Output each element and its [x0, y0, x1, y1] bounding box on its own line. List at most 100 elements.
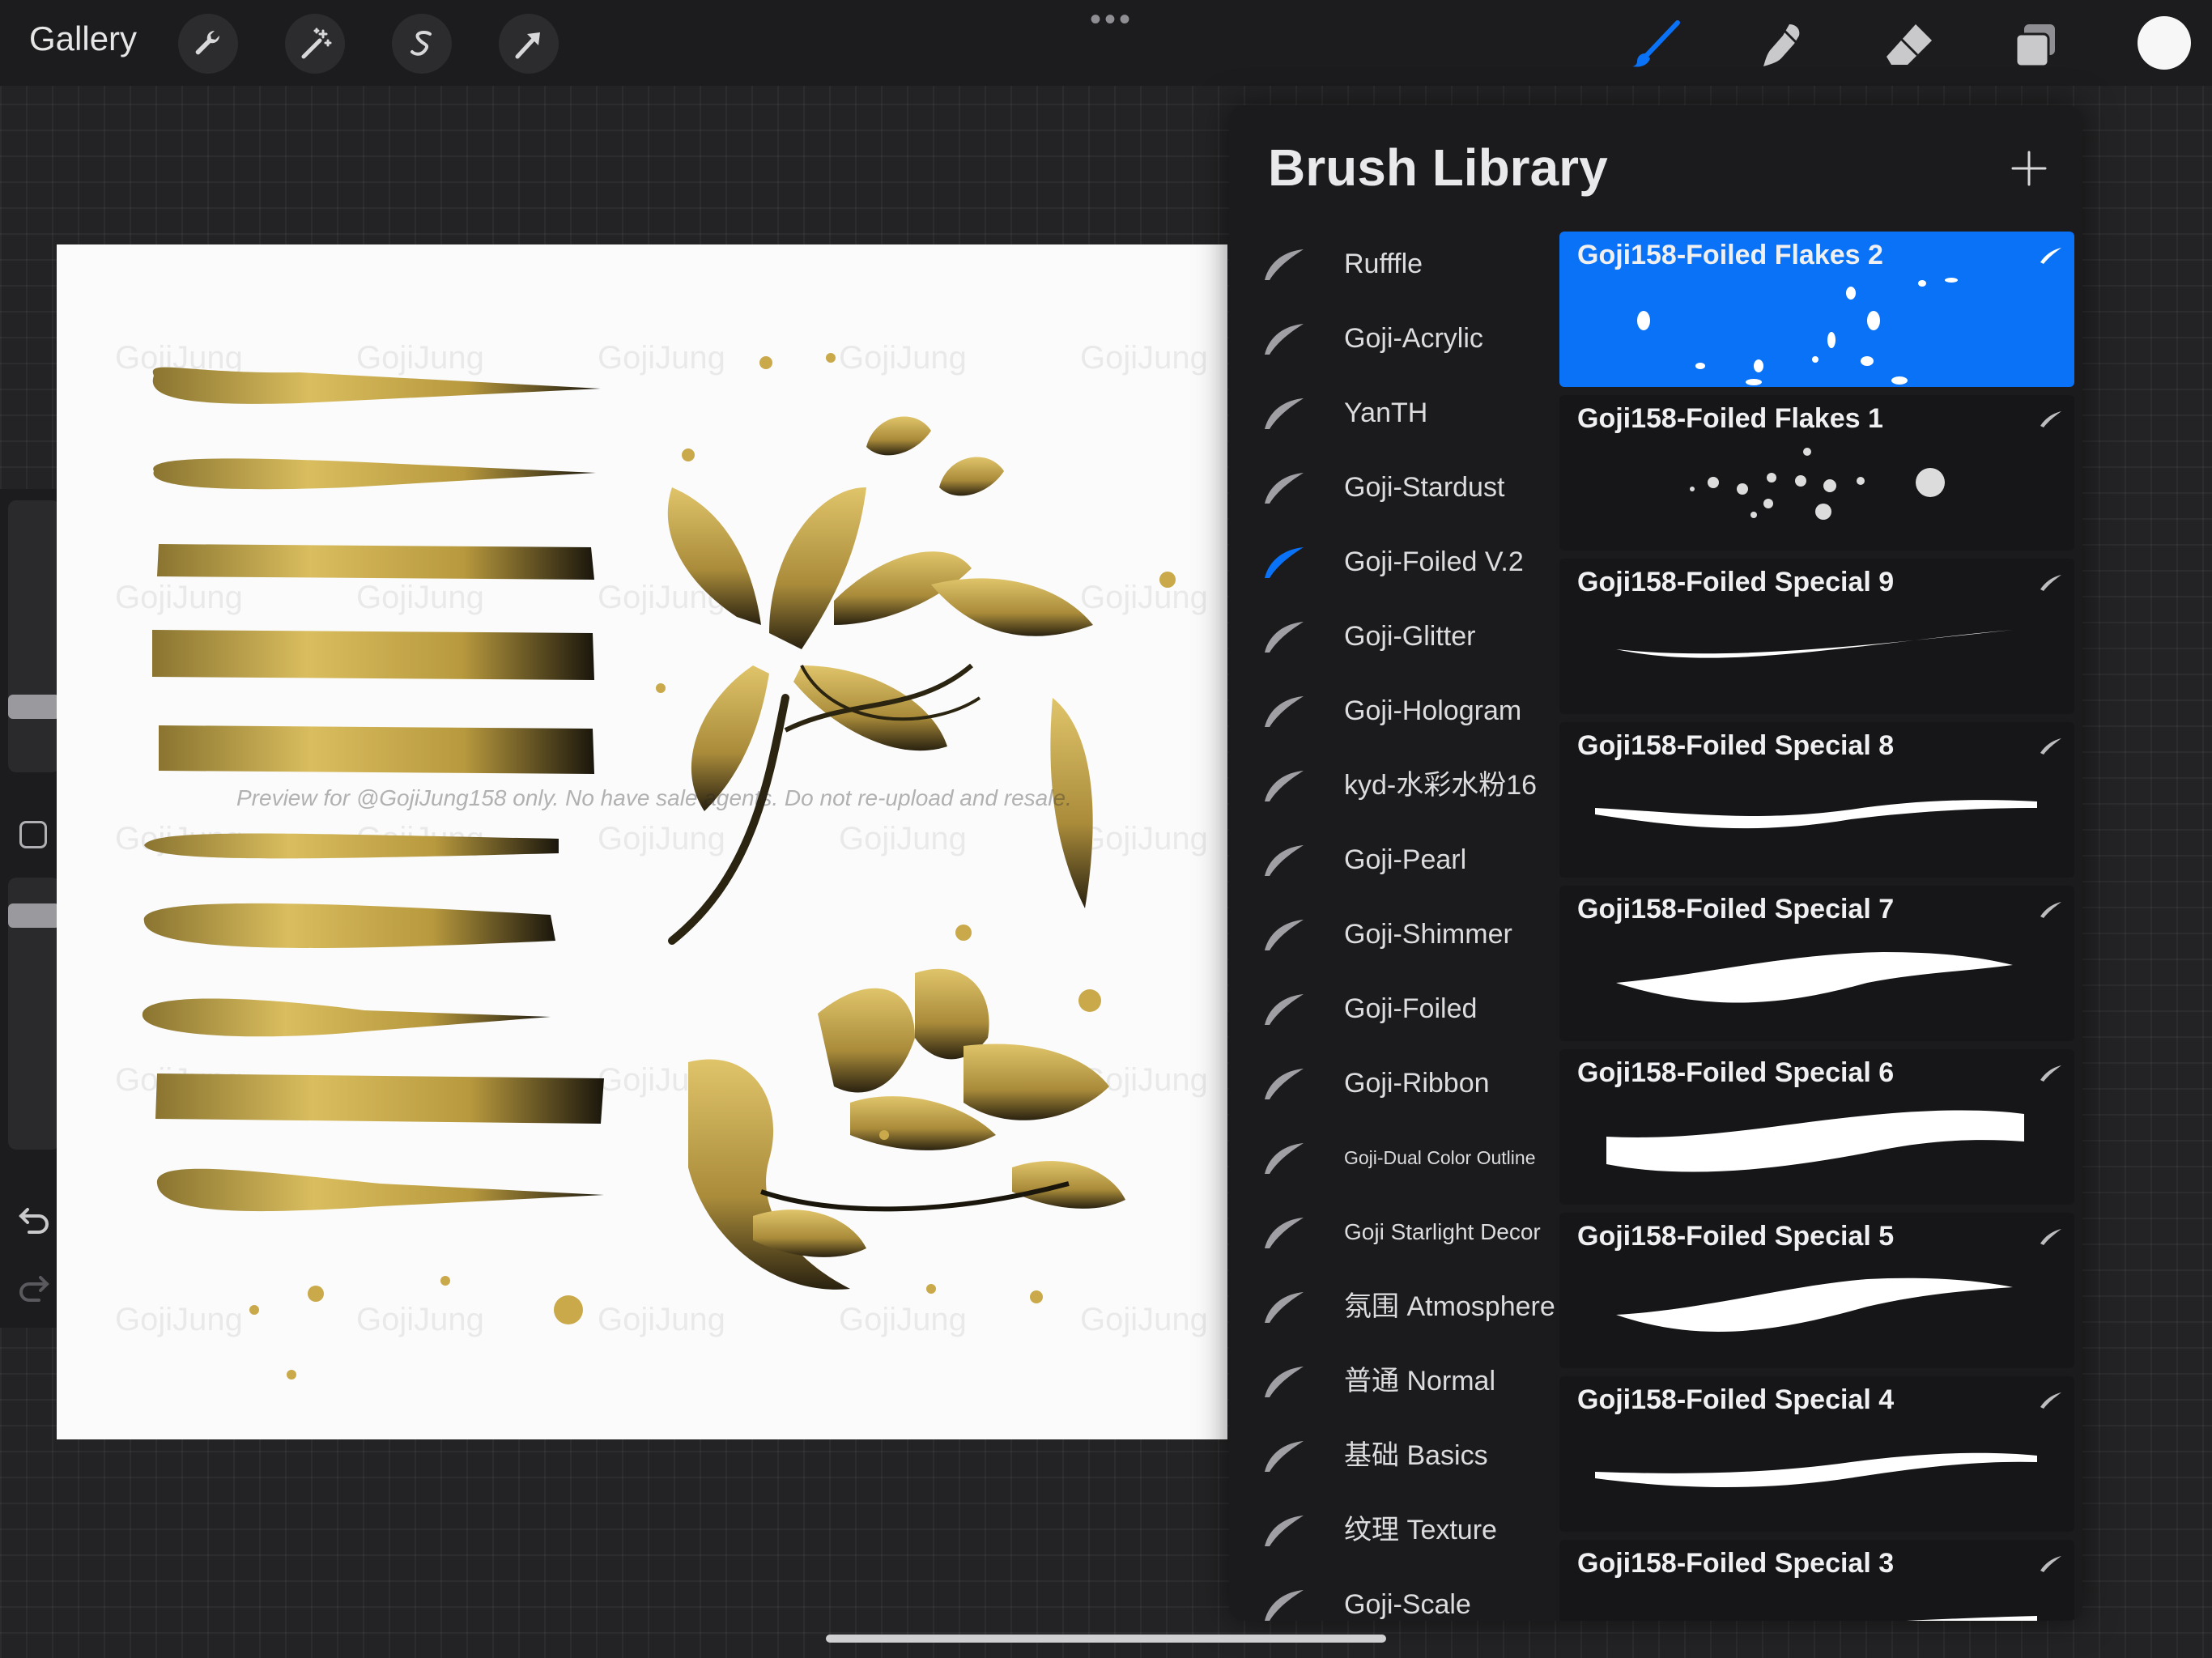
brush-set-item[interactable]: Goji-Acrylic: [1229, 301, 1561, 376]
transform-button[interactable]: [499, 14, 559, 74]
brush-set-label: Goji-Acrylic: [1344, 323, 1483, 354]
brush-size-slider[interactable]: [8, 500, 60, 772]
brush-set-item[interactable]: 纹理 Texture: [1229, 1493, 1561, 1567]
preview-note: Preview for @GojiJung158 only. No have s…: [236, 785, 1072, 810]
brush-item[interactable]: Goji158-Foiled Special 7: [1559, 886, 2074, 1041]
brush-set-icon: [1261, 542, 1307, 581]
smudge-tool-button[interactable]: [1752, 15, 1814, 76]
brush-stroke-preview: [1616, 952, 2013, 1003]
brush-set-item[interactable]: YanTH: [1229, 376, 1561, 450]
adjustments-button[interactable]: [285, 14, 345, 74]
brush-set-label: Goji-Pearl: [1344, 844, 1467, 875]
home-indicator[interactable]: [826, 1635, 1386, 1643]
eraser-tool-button[interactable]: [1878, 15, 1940, 76]
redo-button[interactable]: [16, 1269, 52, 1305]
wrench-icon: [195, 30, 220, 55]
top-toolbar: Gallery •••: [0, 0, 2212, 86]
smudge-icon: [1763, 24, 1800, 66]
brush-stroke-mark-icon: [2039, 1062, 2063, 1083]
brush-set-label: Goji-Glitter: [1344, 621, 1476, 652]
brush-set-item-selected[interactable]: Goji-Foiled V.2: [1229, 525, 1561, 599]
brush-set-icon: [1261, 1585, 1307, 1621]
selection-button[interactable]: [392, 14, 452, 74]
brush-set-label: 基础 Basics: [1344, 1440, 1488, 1471]
brush-stroke-preview: [1595, 1452, 2037, 1487]
brush-name: Goji158-Foiled Special 6: [1577, 1057, 1895, 1088]
brush-set-icon: [1261, 617, 1307, 656]
brush-set-item[interactable]: Goji-Dual Color Outline: [1229, 1120, 1561, 1195]
brush-item[interactable]: Goji158-Foiled Special 4: [1559, 1376, 2074, 1532]
actions-button[interactable]: [178, 14, 238, 74]
brush-tool-button[interactable]: [1626, 15, 1687, 76]
brush-set-icon: [1261, 1213, 1307, 1252]
brush-set-item[interactable]: Goji-Shimmer: [1229, 897, 1561, 971]
brush-set-icon: [1261, 1362, 1307, 1401]
brush-item[interactable]: Goji158-Foiled Special 5: [1559, 1213, 2074, 1368]
selection-s-icon: [410, 31, 432, 56]
brush-set-item[interactable]: Goji-Scale: [1229, 1567, 1561, 1621]
brush-set-label: Goji-Stardust: [1344, 472, 1505, 503]
brush-item[interactable]: Goji158-Foiled Special 3: [1559, 1540, 2074, 1621]
brush-set-item[interactable]: Goji-Ribbon: [1229, 1046, 1561, 1120]
brush-set-label: Goji-Foiled V.2: [1344, 546, 1524, 577]
artwork-canvas[interactable]: GojiJung GojiJung GojiJung GojiJung Goji…: [57, 244, 1227, 1439]
brush-set-icon: [1261, 468, 1307, 507]
brush-name: Goji158-Foiled Special 8: [1577, 730, 1895, 761]
brush-set-item[interactable]: 普通 Normal: [1229, 1344, 1561, 1418]
brush-set-label: Goji-Foiled: [1344, 993, 1478, 1024]
brush-set-icon: [1261, 1511, 1307, 1550]
brush-set-label: Goji-Shimmer: [1344, 919, 1512, 950]
brush-set-item[interactable]: Goji-Foiled: [1229, 971, 1561, 1046]
brush-set-item[interactable]: kyd-水彩水粉16: [1229, 748, 1561, 823]
brush-set-item[interactable]: Goji-Stardust: [1229, 450, 1561, 525]
brush-set-label: 纹理 Texture: [1344, 1515, 1497, 1545]
brush-size-thumb[interactable]: [8, 695, 60, 719]
brush-set-icon: [1261, 915, 1307, 954]
brush-set-icon: [1261, 1138, 1307, 1177]
brush-set-item[interactable]: Goji-Glitter: [1229, 599, 1561, 674]
brush-set-item[interactable]: Goji Starlight Decor: [1229, 1195, 1561, 1269]
magic-wand-icon: [301, 28, 332, 59]
undo-button[interactable]: [16, 1201, 52, 1237]
brush-set-item[interactable]: 氛围 Atmosphere: [1229, 1269, 1561, 1344]
brush-set-label: YanTH: [1344, 397, 1428, 428]
brush-stroke-mark-icon: [2039, 1226, 2063, 1247]
brush-set-icon: [1261, 989, 1307, 1028]
modify-button[interactable]: [19, 821, 47, 848]
brush-stroke-preview: [1637, 278, 1958, 385]
opacity-thumb[interactable]: [8, 903, 60, 928]
brush-library-title: Brush Library: [1268, 138, 1608, 197]
brush-set-icon: [1261, 766, 1307, 805]
brush-item[interactable]: Goji158-Foiled Special 8: [1559, 722, 2074, 878]
brush-set-item[interactable]: Rufffle: [1229, 227, 1561, 301]
brush-set-item[interactable]: 基础 Basics: [1229, 1418, 1561, 1493]
brush-item[interactable]: Goji158-Foiled Special 9: [1559, 559, 2074, 714]
brush-name: Goji158-Foiled Special 9: [1577, 567, 1895, 597]
add-brush-button[interactable]: [2005, 144, 2053, 193]
brush-set-icon: [1261, 1436, 1307, 1475]
brush-item[interactable]: Goji158-Foiled Special 6: [1559, 1049, 2074, 1205]
more-handle[interactable]: •••: [1090, 3, 1134, 36]
layers-button[interactable]: [2005, 15, 2066, 76]
brush-item-selected[interactable]: Goji158-Foiled Flakes 2: [1559, 232, 2074, 387]
brush-set-icon: [1261, 1064, 1307, 1103]
eraser-icon: [1887, 24, 1932, 65]
brush-item[interactable]: Goji158-Foiled Flakes 1: [1559, 395, 2074, 551]
brush-set-item[interactable]: Goji-Hologram: [1229, 674, 1561, 748]
brush-stroke-mark-icon: [2039, 735, 2063, 756]
brush-icon: [1632, 20, 1680, 67]
brush-name: Goji158-Foiled Flakes 2: [1577, 240, 1883, 270]
brush-set-item[interactable]: Goji-Pearl: [1229, 823, 1561, 897]
brush-name: Goji158-Foiled Flakes 1: [1577, 403, 1883, 434]
gallery-button[interactable]: Gallery: [29, 19, 137, 58]
undo-icon: [19, 1208, 49, 1234]
color-picker-button[interactable]: [2138, 16, 2191, 70]
brush-set-label: kyd-水彩水粉16: [1344, 770, 1538, 801]
brush-name: Goji158-Foiled Special 3: [1577, 1548, 1895, 1579]
gold-foil-artwork: [142, 353, 1176, 1380]
brush-stroke-mark-icon: [2039, 408, 2063, 429]
brush-stroke-preview: [1616, 1278, 2013, 1332]
brush-set-icon: [1261, 691, 1307, 730]
brush-stroke-preview: [1616, 630, 2013, 658]
transform-arrow-icon: [515, 32, 540, 59]
